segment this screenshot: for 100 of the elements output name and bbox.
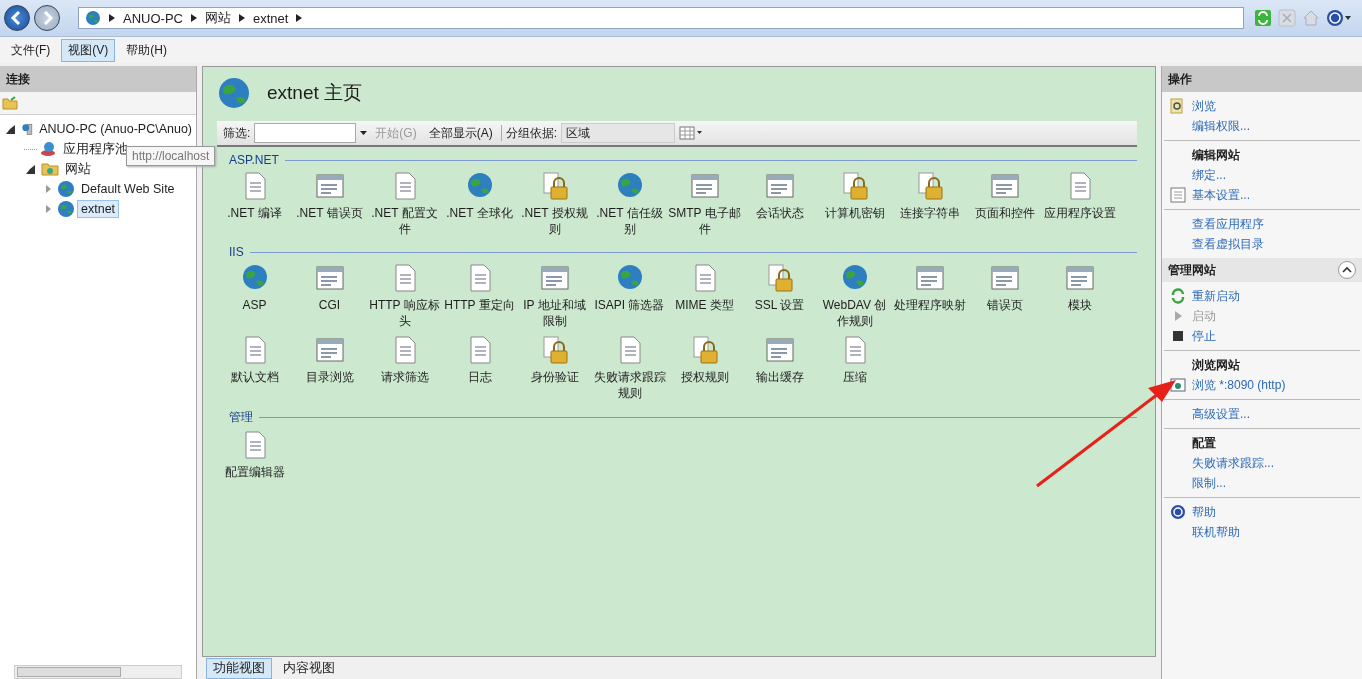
- action-link[interactable]: 失败请求跟踪...: [1192, 454, 1274, 472]
- collapse-button[interactable]: [1338, 261, 1356, 279]
- tooltip: http://localhost: [126, 146, 216, 166]
- chevron-icon: [238, 14, 245, 22]
- feature-label[interactable]: 错误页: [967, 297, 1042, 313]
- window-icon[interactable]: [764, 171, 795, 201]
- chevron-icon: [109, 14, 115, 22]
- feature-label[interactable]: SSL 设置: [742, 297, 817, 313]
- feature-label[interactable]: MIME 类型: [667, 297, 742, 313]
- menu-item[interactable]: 文件(F): [4, 38, 58, 62]
- filter-field[interactable]: [254, 123, 357, 143]
- breadcrumb[interactable]: extnet: [252, 10, 289, 26]
- feature-label[interactable]: 模块: [1042, 297, 1117, 313]
- feature-label[interactable]: .NET 全球化: [442, 205, 517, 221]
- window-icon[interactable]: [989, 263, 1020, 293]
- breadcrumb[interactable]: 网站: [204, 9, 231, 27]
- feature-label[interactable]: 请求筛选: [367, 369, 442, 385]
- feature-label[interactable]: WebDAV 创作规则: [817, 297, 892, 329]
- action-link[interactable]: 查看虚拟目录: [1192, 235, 1264, 253]
- chevron-icon: [296, 14, 303, 22]
- feature-label[interactable]: ISAPI 筛选器: [592, 297, 667, 313]
- help-icon[interactable]: [1326, 9, 1352, 27]
- stop-icon[interactable]: [1278, 9, 1296, 27]
- address-bar[interactable]: ANUO-PC 网站 extnet: [78, 7, 1244, 29]
- action-link[interactable]: 绑定...: [1192, 166, 1226, 184]
- show-all-button[interactable]: 全部显示(A): [424, 124, 497, 142]
- feature-label[interactable]: CGI: [292, 297, 367, 313]
- feature-label[interactable]: 页面和控件: [967, 205, 1042, 221]
- section-title: ASP.NET: [229, 153, 279, 167]
- window-icon[interactable]: [314, 171, 345, 201]
- action-link[interactable]: 编辑权限...: [1192, 117, 1250, 135]
- breadcrumb[interactable]: ANUO-PC: [123, 10, 183, 26]
- feature-label[interactable]: 授权规则: [667, 369, 742, 385]
- tree-item[interactable]: extnet: [77, 200, 120, 218]
- feature-label[interactable]: 目录浏览: [292, 369, 367, 385]
- feature-label[interactable]: .NET 信任级别: [592, 205, 667, 237]
- action-link[interactable]: 限制...: [1192, 474, 1226, 492]
- feature-label[interactable]: 日志: [442, 369, 517, 385]
- window-icon[interactable]: [314, 335, 345, 365]
- folder-icon[interactable]: [2, 96, 18, 110]
- action-link[interactable]: 帮助: [1192, 503, 1216, 521]
- menu-item[interactable]: 帮助(H): [119, 38, 174, 62]
- action-link[interactable]: 浏览: [1192, 97, 1216, 115]
- group-title: 编辑网站: [1191, 147, 1241, 164]
- tree-item[interactable]: Default Web Site: [77, 180, 179, 198]
- feature-label[interactable]: 身份验证: [517, 369, 592, 385]
- window-icon[interactable]: [314, 263, 345, 293]
- view-tab[interactable]: 功能视图: [206, 657, 272, 679]
- action-link[interactable]: 查看应用程序: [1192, 215, 1264, 233]
- window-icon[interactable]: [539, 263, 570, 293]
- feature-label[interactable]: 输出缓存: [742, 369, 817, 385]
- feature-label[interactable]: 压缩: [817, 369, 892, 385]
- menu-item[interactable]: 视图(V): [61, 38, 116, 62]
- group-title: 浏览网站: [1191, 357, 1241, 374]
- feature-label[interactable]: SMTP 电子邮件: [667, 205, 742, 237]
- action-link[interactable]: 浏览 *:8090 (http): [1192, 376, 1286, 394]
- window-icon[interactable]: [914, 263, 945, 293]
- feature-label[interactable]: 应用程序设置: [1042, 205, 1117, 221]
- window-icon[interactable]: [764, 335, 795, 365]
- feature-label[interactable]: .NET 错误页: [292, 205, 367, 221]
- dropdown-arrow-icon[interactable]: [360, 131, 368, 135]
- feature-label[interactable]: ASP: [217, 297, 292, 313]
- view-tab[interactable]: 内容视图: [276, 657, 342, 679]
- action-link[interactable]: 停止: [1192, 327, 1216, 345]
- feature-label[interactable]: 配置编辑器: [217, 464, 292, 480]
- section-title: 管理网站: [1168, 261, 1216, 279]
- refresh-icon[interactable]: [1254, 9, 1272, 27]
- scrollbar[interactable]: [14, 665, 182, 679]
- expander-icon[interactable]: [6, 124, 15, 134]
- feature-label[interactable]: 连接字符串: [892, 205, 967, 221]
- feature-label[interactable]: HTTP 重定向: [442, 297, 517, 313]
- window-icon[interactable]: [989, 171, 1020, 201]
- feature-label[interactable]: HTTP 响应标头: [367, 297, 442, 329]
- tree-item[interactable]: 网站: [61, 158, 95, 180]
- view-grid-icon[interactable]: [679, 126, 703, 140]
- action-link[interactable]: 高级设置...: [1192, 405, 1250, 423]
- feature-label[interactable]: .NET 授权规则: [517, 205, 592, 237]
- folder-icon: [41, 160, 59, 178]
- action-link[interactable]: 联机帮助: [1192, 523, 1240, 541]
- back-button[interactable]: [4, 5, 30, 31]
- tree-item[interactable]: ANUO-PC (Anuo-PC\Anuo): [35, 120, 196, 138]
- feature-label[interactable]: 默认文档: [217, 369, 292, 385]
- feature-label[interactable]: .NET 配置文件: [367, 205, 442, 237]
- home-icon[interactable]: [1302, 9, 1320, 27]
- feature-label[interactable]: 处理程序映射: [892, 297, 967, 313]
- window-icon[interactable]: [1064, 263, 1095, 293]
- group-by-dropdown[interactable]: 区域: [561, 123, 675, 143]
- window-icon[interactable]: [689, 171, 720, 201]
- feature-label[interactable]: IP 地址和域限制: [517, 297, 592, 329]
- forward-button[interactable]: [34, 5, 60, 31]
- feature-label[interactable]: 会话状态: [742, 205, 817, 221]
- feature-label[interactable]: 失败请求跟踪规则: [592, 369, 667, 401]
- globe-icon: [217, 76, 251, 110]
- action-link[interactable]: 重新启动: [1192, 287, 1240, 305]
- globe-icon: [85, 10, 101, 26]
- group-by-label: 分组依据:: [505, 124, 557, 142]
- action-link[interactable]: 基本设置...: [1192, 186, 1250, 204]
- feature-label[interactable]: .NET 编译: [217, 205, 292, 221]
- expander-icon[interactable]: [26, 164, 35, 174]
- feature-label[interactable]: 计算机密钥: [817, 205, 892, 221]
